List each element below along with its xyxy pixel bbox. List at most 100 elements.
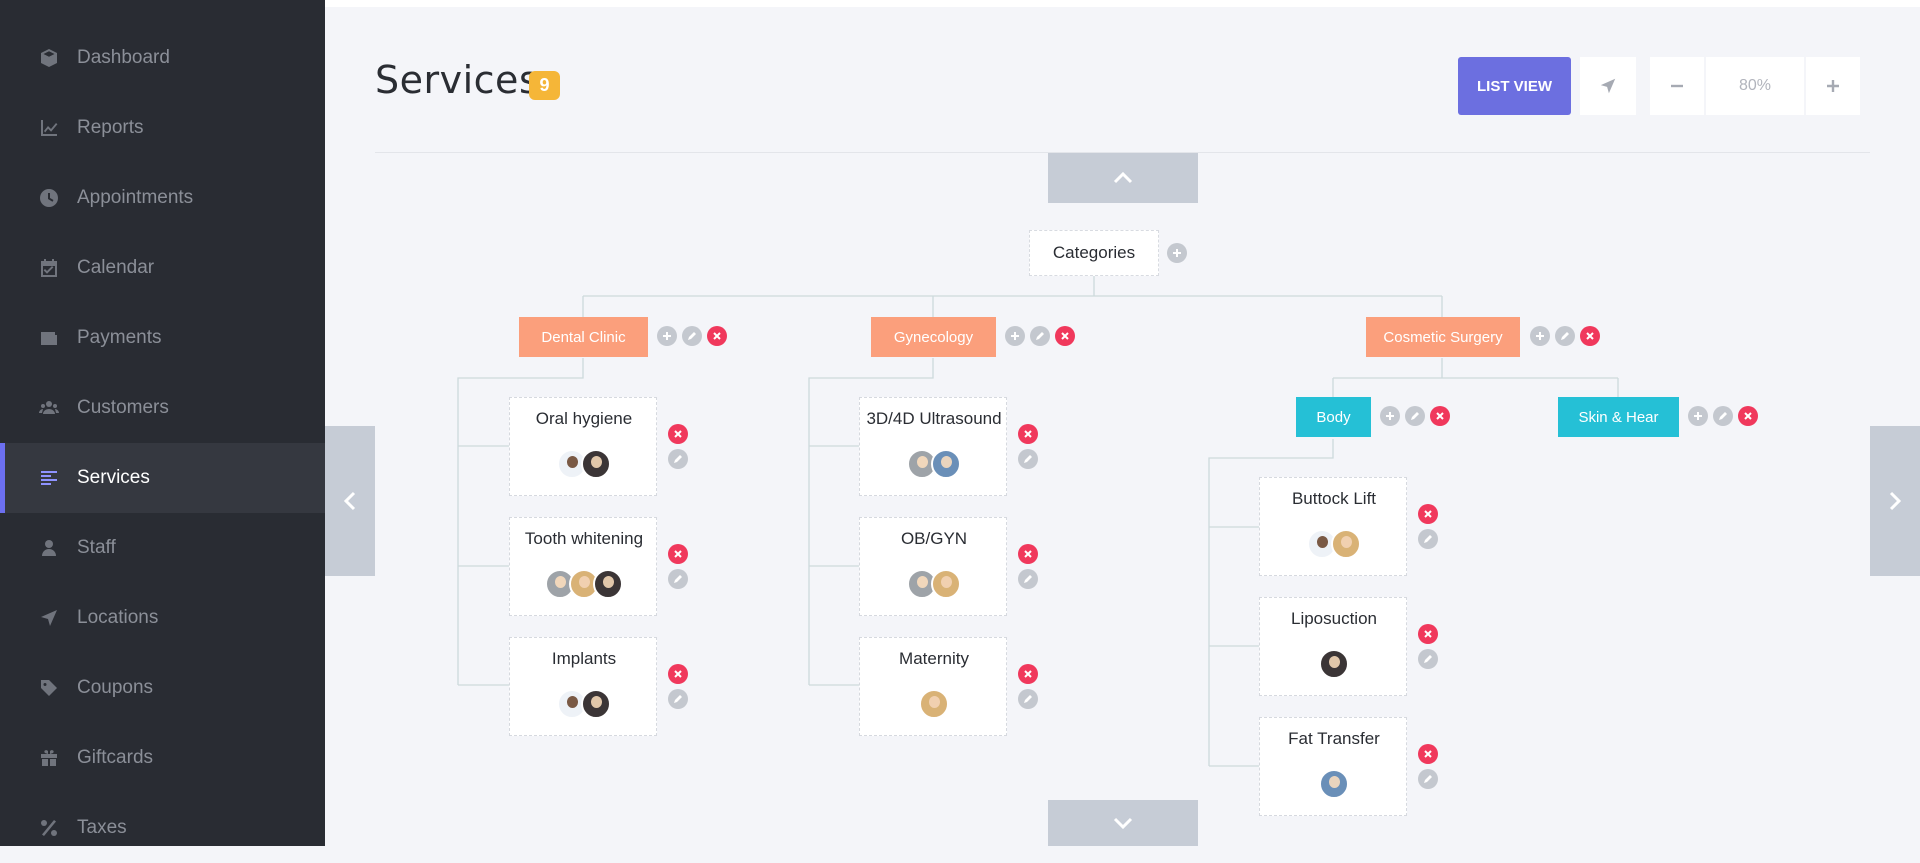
sidebar-item-label: Locations (77, 607, 159, 628)
service-card[interactable]: Liposuction (1259, 597, 1407, 696)
service-card[interactable]: 3D/4D Ultrasound (859, 397, 1007, 496)
delete-button[interactable] (1018, 424, 1038, 444)
edit-button[interactable] (1018, 569, 1038, 589)
service-card[interactable]: Implants (509, 637, 657, 736)
avatar (919, 689, 949, 719)
delete-button[interactable] (1018, 544, 1038, 564)
edit-button[interactable] (682, 326, 702, 346)
avatar (593, 569, 623, 599)
location-arrow-icon (38, 607, 60, 629)
service-card[interactable]: Fat Transfer (1259, 717, 1407, 816)
pencil-icon (1561, 332, 1569, 340)
zoom-level: 80% (1706, 57, 1804, 115)
add-button[interactable] (1530, 326, 1550, 346)
edit-button[interactable] (1713, 406, 1733, 426)
service-card[interactable]: OB/GYN (859, 517, 1007, 616)
service-card[interactable]: Oral hygiene (509, 397, 657, 496)
sidebar-item-payments[interactable]: Payments (0, 303, 325, 373)
sidebar-item-locations[interactable]: Locations (0, 583, 325, 653)
add-button[interactable] (657, 326, 677, 346)
count-badge: 9 (529, 71, 560, 100)
delete-button[interactable] (1418, 624, 1438, 644)
tree-root-node[interactable]: Categories (1029, 230, 1159, 276)
sidebar-item-label: Customers (77, 397, 169, 418)
category-gynecology[interactable]: Gynecology (871, 317, 996, 357)
add-button[interactable] (1380, 406, 1400, 426)
plus-icon (1827, 80, 1839, 92)
service-title: 3D/4D Ultrasound (866, 409, 1002, 428)
scroll-down-button[interactable] (1048, 800, 1198, 846)
zoom-in-button[interactable] (1806, 57, 1860, 115)
sidebar-item-appointments[interactable]: Appointments (0, 163, 325, 233)
edit-button[interactable] (1405, 406, 1425, 426)
users-icon (38, 397, 60, 419)
service-card[interactable]: Maternity (859, 637, 1007, 736)
delete-button[interactable] (668, 424, 688, 444)
sidebar-item-staff[interactable]: Staff (0, 513, 325, 583)
avatar (1331, 529, 1361, 559)
service-title: OB/GYN (900, 529, 968, 548)
pencil-icon (1024, 575, 1032, 583)
service-title: Fat Transfer (1288, 729, 1380, 748)
edit-button[interactable] (1418, 769, 1438, 789)
staff-avatars (860, 689, 1008, 719)
list-view-button[interactable]: LIST VIEW (1458, 57, 1571, 115)
sidebar-item-reports[interactable]: Reports (0, 93, 325, 163)
service-card[interactable]: Buttock Lift (1259, 477, 1407, 576)
delete-button[interactable] (1018, 664, 1038, 684)
sidebar-item-services[interactable]: Services (0, 443, 325, 513)
calendar-icon (38, 257, 60, 279)
delete-button[interactable] (668, 664, 688, 684)
center-button[interactable] (1580, 57, 1636, 115)
category-cosmetic-surgery[interactable]: Cosmetic Surgery (1366, 317, 1520, 357)
scroll-left-button[interactable] (325, 426, 375, 576)
pencil-icon (1719, 412, 1727, 420)
delete-button[interactable] (1418, 744, 1438, 764)
service-card[interactable]: Tooth whitening (509, 517, 657, 616)
delete-button[interactable] (1580, 326, 1600, 346)
close-icon (1024, 430, 1032, 438)
chevron-down-icon (1113, 817, 1133, 830)
edit-button[interactable] (668, 449, 688, 469)
avatar (581, 449, 611, 479)
edit-button[interactable] (668, 569, 688, 589)
subcategory-body[interactable]: Body (1296, 397, 1371, 437)
add-button[interactable] (1005, 326, 1025, 346)
sidebar-item-taxes[interactable]: Taxes (0, 793, 325, 863)
percent-icon (38, 817, 60, 839)
chart-icon (38, 117, 60, 139)
delete-button[interactable] (707, 326, 727, 346)
edit-button[interactable] (1555, 326, 1575, 346)
sidebar-item-giftcards[interactable]: Giftcards (0, 723, 325, 793)
add-category-button[interactable] (1167, 243, 1187, 263)
delete-button[interactable] (1055, 326, 1075, 346)
close-icon (1061, 332, 1069, 340)
delete-button[interactable] (1430, 406, 1450, 426)
sidebar-item-coupons[interactable]: Coupons (0, 653, 325, 723)
service-title: Tooth whitening (524, 529, 644, 548)
edit-button[interactable] (1418, 649, 1438, 669)
scroll-up-button[interactable] (1048, 153, 1198, 203)
staff-avatars (1260, 649, 1408, 679)
edit-button[interactable] (1418, 529, 1438, 549)
edit-button[interactable] (668, 689, 688, 709)
cube-icon (38, 47, 60, 69)
edit-button[interactable] (1018, 449, 1038, 469)
chevron-right-icon (1889, 491, 1902, 511)
edit-button[interactable] (1030, 326, 1050, 346)
zoom-out-button[interactable] (1650, 57, 1704, 115)
sidebar-item-customers[interactable]: Customers (0, 373, 325, 443)
plus-icon (1694, 412, 1702, 420)
sidebar-item-dashboard[interactable]: Dashboard (0, 23, 325, 93)
scroll-right-button[interactable] (1870, 426, 1920, 576)
delete-button[interactable] (1418, 504, 1438, 524)
add-button[interactable] (1688, 406, 1708, 426)
delete-button[interactable] (1738, 406, 1758, 426)
category-dental-clinic[interactable]: Dental Clinic (519, 317, 648, 357)
staff-avatars (860, 449, 1008, 479)
subcategory-skin-hear[interactable]: Skin & Hear (1558, 397, 1679, 437)
delete-button[interactable] (668, 544, 688, 564)
edit-button[interactable] (1018, 689, 1038, 709)
sidebar-item-label: Dashboard (77, 47, 170, 68)
sidebar-item-calendar[interactable]: Calendar (0, 233, 325, 303)
